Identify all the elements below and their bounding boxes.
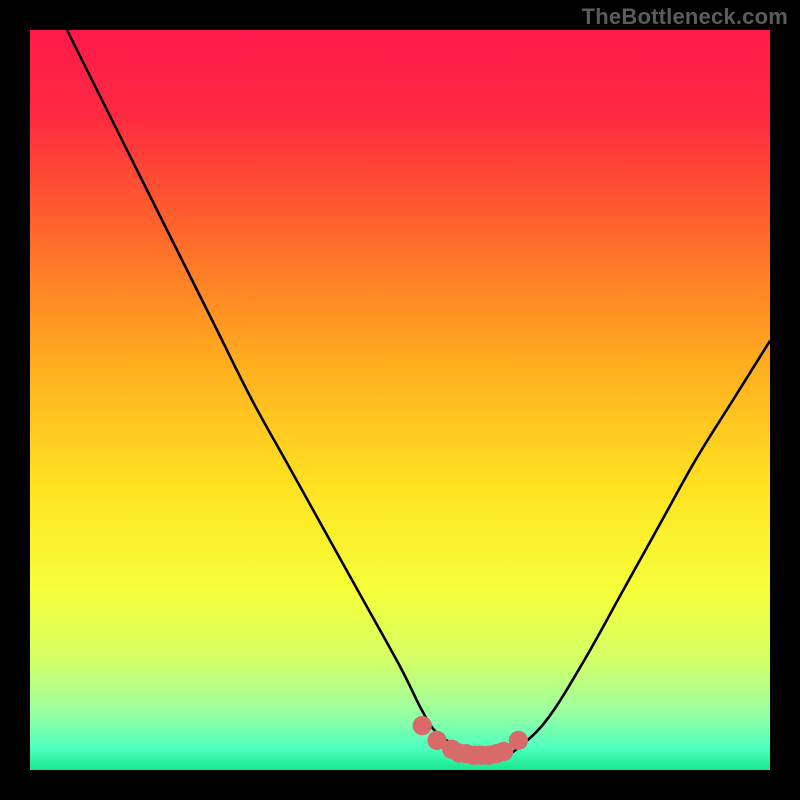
bottom-markers-group: [413, 716, 528, 765]
curve-layer: [30, 30, 770, 770]
chart-frame: TheBottleneck.com: [0, 0, 800, 800]
bottleneck-curve: [67, 30, 770, 756]
marker-dot: [413, 716, 432, 735]
watermark-text: TheBottleneck.com: [582, 4, 788, 30]
plot-area: [30, 30, 770, 770]
marker-dot: [509, 731, 528, 750]
